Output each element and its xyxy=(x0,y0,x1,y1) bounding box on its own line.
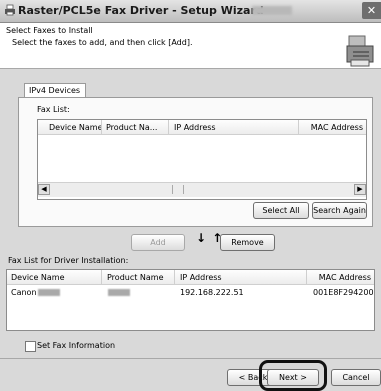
scroll-left-icon[interactable]: ◀ xyxy=(38,184,50,195)
tab-ipv4-devices[interactable]: IPv4 Devices xyxy=(24,83,86,97)
add-button[interactable]: Add xyxy=(131,234,185,251)
next-button-highlight xyxy=(259,360,327,391)
wizard-printer-graphic xyxy=(346,35,374,67)
fax-list-label: Fax List: xyxy=(37,105,70,114)
column-header-product-name[interactable]: Product Name xyxy=(102,270,175,285)
row-ip-address: 192.168.222.51 xyxy=(180,288,244,297)
column-header-ip-address[interactable]: IP Address xyxy=(169,120,299,135)
row-device-name: Canon xyxy=(11,288,60,297)
column-header-mac-address[interactable]: MAC Address xyxy=(307,270,374,285)
remove-button[interactable]: Remove xyxy=(220,234,275,251)
page-title: Select Faxes to Install xyxy=(6,26,93,35)
scrollbar-thumb[interactable] xyxy=(172,185,184,194)
close-icon[interactable]: ✕ xyxy=(362,2,381,19)
footer-divider xyxy=(0,358,381,359)
page-subtitle: Select the faxes to add, and then click … xyxy=(12,38,193,47)
column-header-device-name[interactable]: Device Name xyxy=(38,120,102,135)
install-list-label: Fax List for Driver Installation: xyxy=(8,256,129,265)
column-header-product-name[interactable]: Product Na... xyxy=(102,120,169,135)
horizontal-scrollbar[interactable]: ◀ ▶ xyxy=(38,182,366,197)
scroll-right-icon[interactable]: ▶ xyxy=(354,184,366,195)
column-header-ip-address[interactable]: IP Address xyxy=(175,270,307,285)
title-version-obscured xyxy=(252,6,292,15)
printer-icon xyxy=(5,4,15,16)
set-fax-information-label: Set Fax Information xyxy=(37,341,116,350)
row-mac-address: 001E8F294200 xyxy=(313,288,374,297)
set-fax-information-checkbox[interactable] xyxy=(25,341,36,352)
search-again-button[interactable]: Search Again xyxy=(312,202,367,219)
select-all-button[interactable]: Select All xyxy=(253,202,309,219)
window-title: Raster/PCL5e Fax Driver - Setup Wizard xyxy=(18,4,264,17)
install-list-table[interactable]: Device Name Product Name IP Address MAC … xyxy=(6,269,375,331)
cancel-button[interactable]: Cancel xyxy=(331,369,381,386)
row-product-name xyxy=(107,288,130,297)
column-header-mac-address[interactable]: MAC Address xyxy=(299,120,366,135)
column-header-device-name[interactable]: Device Name xyxy=(7,270,102,285)
